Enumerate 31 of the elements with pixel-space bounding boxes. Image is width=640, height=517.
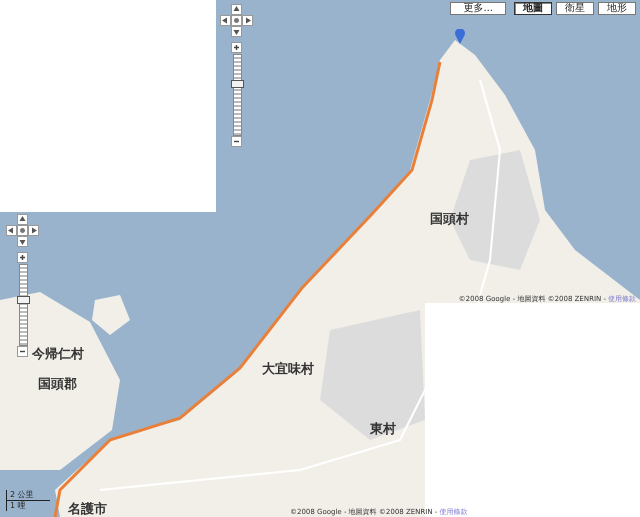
center-icon[interactable] xyxy=(231,15,242,26)
place-label: 名護市 xyxy=(68,500,107,517)
place-label: 国頭郡 xyxy=(38,376,77,393)
slider-thumb[interactable] xyxy=(231,80,244,88)
pan-right-icon[interactable] xyxy=(242,15,253,26)
place-label: 東村 xyxy=(370,421,396,438)
map-type-button[interactable]: 地圖 xyxy=(514,2,552,15)
place-label: 大宜味村 xyxy=(262,360,314,378)
map-type-button[interactable]: 地形 xyxy=(598,2,636,15)
map-pin-icon[interactable] xyxy=(455,29,465,44)
slider-thumb[interactable] xyxy=(17,296,30,304)
zoom-in-icon[interactable] xyxy=(231,42,242,53)
zoom-in-icon[interactable] xyxy=(17,252,28,263)
pan-down-icon[interactable] xyxy=(17,236,28,247)
scale-imperial: 1 哩 xyxy=(6,501,50,511)
place-label: 国頭村 xyxy=(430,211,469,228)
map-type-button[interactable]: 衛星 xyxy=(556,2,594,15)
pan-down-icon[interactable] xyxy=(231,26,242,37)
scale-metric: 2 公里 xyxy=(6,490,50,501)
pan-left-icon[interactable] xyxy=(220,15,231,26)
zoom-out-icon[interactable] xyxy=(17,346,28,357)
zoom-slider[interactable] xyxy=(233,54,242,136)
place-label: 今帰仁村 xyxy=(32,346,84,363)
pan-up-icon[interactable] xyxy=(17,214,28,225)
zoom-out-icon[interactable] xyxy=(231,136,242,147)
center-icon[interactable] xyxy=(17,225,28,236)
pan-right-icon[interactable] xyxy=(28,225,39,236)
pan-left-icon[interactable] xyxy=(6,225,17,236)
map-type-button[interactable]: 更多... xyxy=(450,2,506,15)
zoom-slider[interactable] xyxy=(19,264,28,346)
pan-up-icon[interactable] xyxy=(231,4,242,15)
